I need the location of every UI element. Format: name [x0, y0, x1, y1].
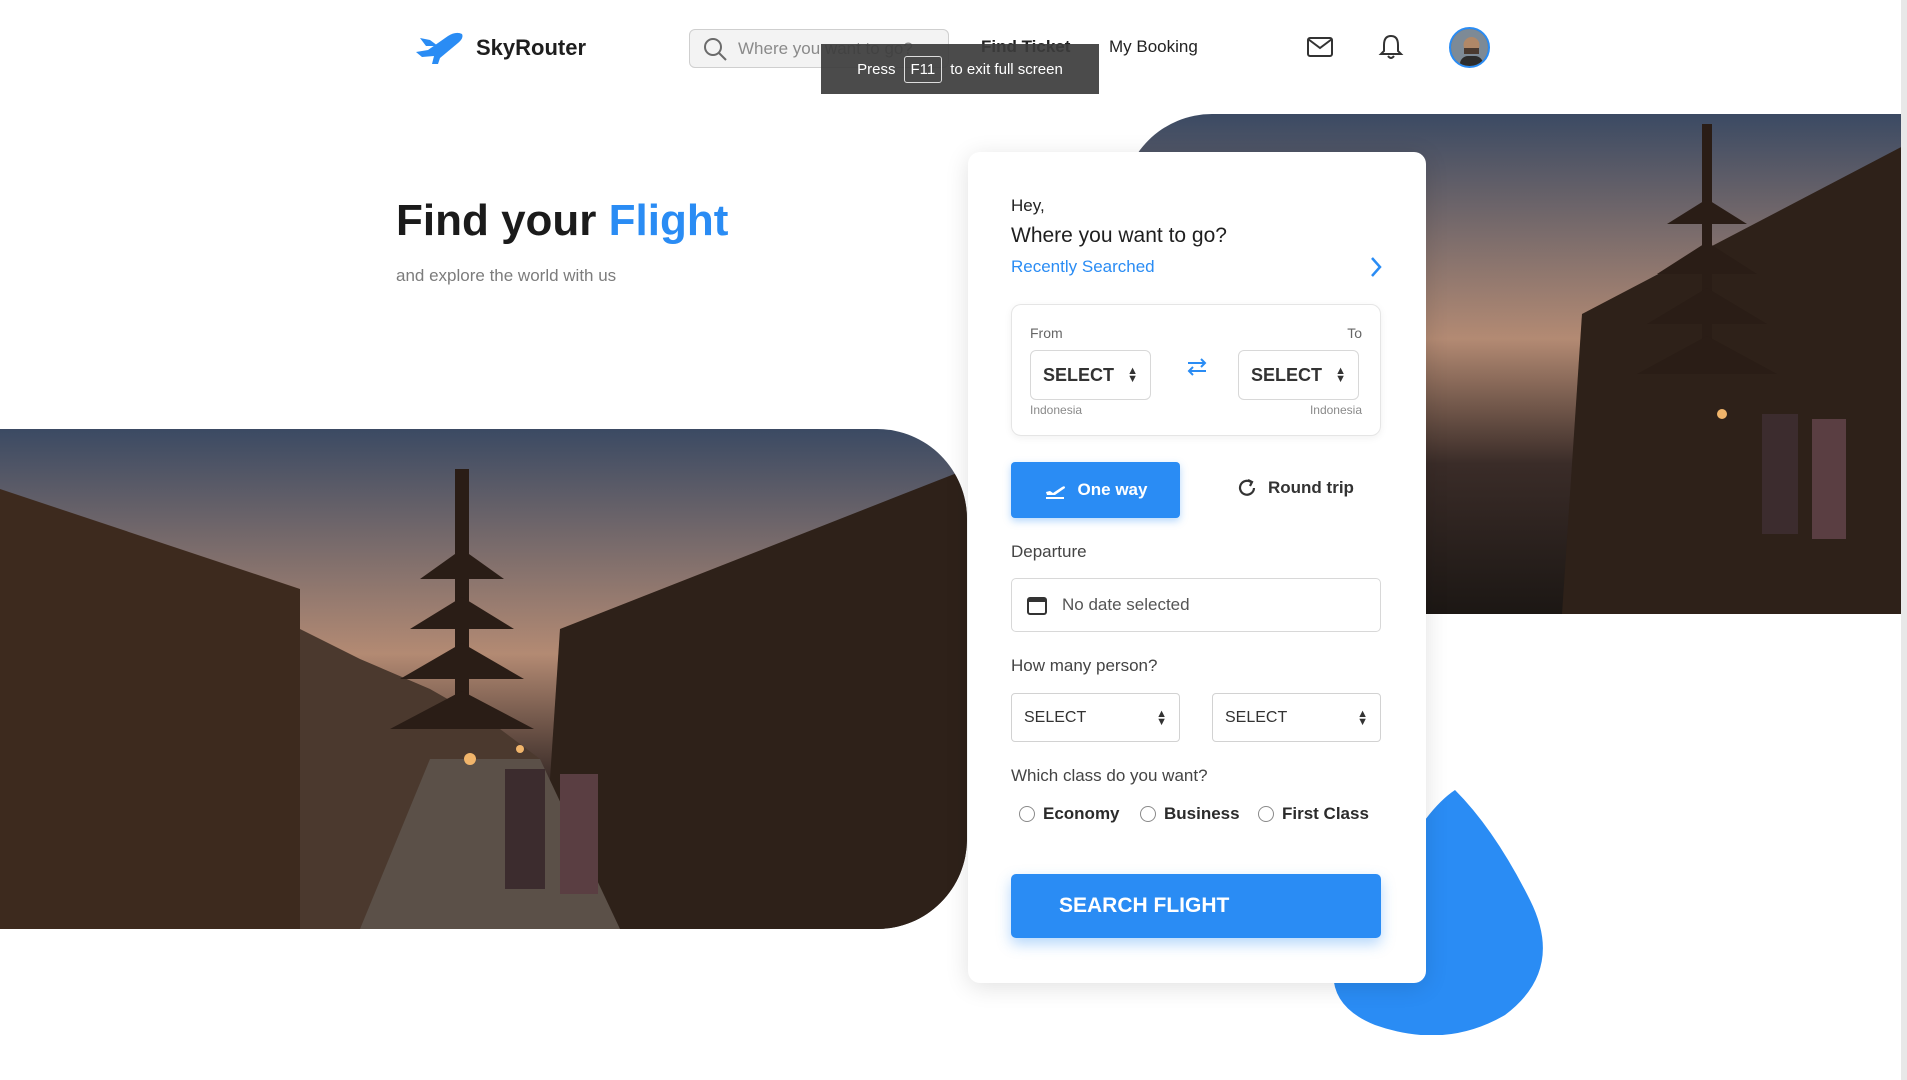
- radio-circle[interactable]: [1140, 806, 1156, 822]
- plane-takeoff-icon: [1045, 486, 1065, 499]
- from-select[interactable]: SELECT ▲ ▼: [1030, 350, 1151, 400]
- round-trip-label: Round trip: [1268, 478, 1354, 497]
- search-flight-button[interactable]: SEARCH FLIGHT: [1011, 874, 1381, 938]
- select-arrows-icon: ▲ ▼: [1357, 707, 1368, 728]
- select-arrows-icon: ▲ ▼: [1156, 707, 1167, 728]
- select-arrows-icon: ▲ ▼: [1335, 365, 1346, 385]
- select-arrows-icon: ▲ ▼: [1127, 365, 1138, 385]
- greeting-text: Hey,: [1011, 196, 1045, 215]
- radio-circle[interactable]: [1019, 806, 1035, 822]
- persons-select-2-value: SELECT: [1225, 708, 1288, 726]
- toast-key: F11: [903, 55, 943, 83]
- class-business-label: Business: [1164, 804, 1240, 823]
- one-way-label: One way: [1077, 480, 1148, 499]
- persons-select-1[interactable]: SELECT ▲ ▼: [1011, 693, 1180, 742]
- brand-name: SkyRouter: [476, 35, 587, 60]
- route-selector: From To SELECT ▲ ▼ SELECT ▲ ▼ Indonesia In…: [1011, 304, 1381, 436]
- from-select-value: SELECT: [1043, 364, 1115, 385]
- class-label: Which class do you want?: [1011, 766, 1208, 785]
- toast-press: Press: [857, 60, 896, 78]
- page: SkyRouter Find Ticket My Booking Press F…: [0, 0, 1907, 1080]
- swap-icon[interactable]: [1185, 355, 1209, 379]
- fullscreen-toast: Press F11 to exit full screen: [821, 44, 1099, 94]
- search-icon: [704, 37, 727, 61]
- chevron-right-icon[interactable]: [1368, 255, 1384, 279]
- hero-title-prefix: Find your: [396, 196, 597, 245]
- question-text: Where you want to go?: [1011, 224, 1227, 247]
- round-trip-button[interactable]: Round trip: [1236, 477, 1354, 499]
- departure-label: Departure: [1011, 542, 1087, 561]
- mail-icon[interactable]: [1305, 32, 1335, 62]
- plane-logo-icon: [416, 32, 463, 64]
- class-first-label: First Class: [1282, 804, 1369, 823]
- bell-icon[interactable]: [1376, 32, 1406, 62]
- to-country: Indonesia: [1309, 403, 1362, 417]
- departure-value: No date selected: [1062, 595, 1190, 614]
- user-avatar[interactable]: [1449, 27, 1490, 68]
- from-label: From: [1030, 325, 1063, 341]
- class-radio-economy[interactable]: Economy: [1019, 804, 1120, 824]
- radio-circle[interactable]: [1258, 806, 1274, 822]
- class-radio-business[interactable]: Business: [1140, 804, 1240, 824]
- brand-logo[interactable]: SkyRouter: [412, 30, 586, 66]
- to-label: To: [1347, 325, 1362, 341]
- to-select[interactable]: SELECT ▲ ▼: [1238, 350, 1359, 400]
- recently-searched-link[interactable]: Recently Searched: [1011, 257, 1155, 277]
- page-scrollbar[interactable]: [1901, 0, 1907, 1080]
- persons-select-2[interactable]: SELECT ▲ ▼: [1212, 693, 1381, 742]
- hero-title: Find your Flight: [396, 196, 728, 246]
- class-economy-label: Economy: [1043, 804, 1120, 823]
- refresh-icon: [1238, 479, 1256, 496]
- nav-my-booking[interactable]: My Booking: [1109, 37, 1198, 57]
- persons-select-1-value: SELECT: [1024, 708, 1087, 726]
- one-way-button[interactable]: One way: [1011, 462, 1180, 518]
- to-select-value: SELECT: [1251, 364, 1323, 385]
- flight-search-card: Hey, Where you want to go? Recently Sear…: [968, 152, 1426, 983]
- class-radio-first[interactable]: First Class: [1258, 804, 1369, 824]
- departure-date-field[interactable]: No date selected: [1011, 578, 1381, 632]
- toast-message: to exit full screen: [950, 60, 1063, 78]
- hero-photo-left: [0, 429, 967, 929]
- hero-subtitle: and explore the world with us: [396, 266, 617, 285]
- hero-title-accent: Flight: [608, 196, 729, 245]
- persons-label: How many person?: [1011, 656, 1158, 675]
- from-country: Indonesia: [1030, 403, 1083, 417]
- calendar-icon: [1027, 597, 1047, 615]
